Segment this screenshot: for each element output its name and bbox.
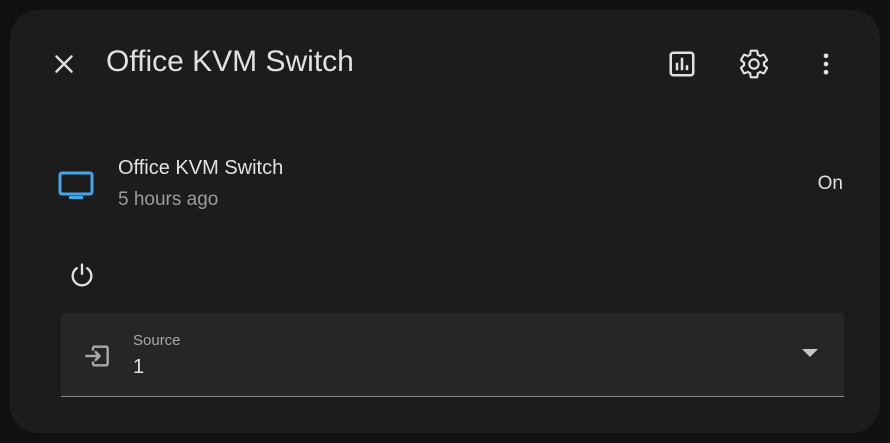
history-button[interactable]: [658, 40, 706, 88]
power-button[interactable]: [58, 253, 106, 301]
chevron-down-icon: [802, 349, 818, 357]
chart-icon: [667, 49, 697, 79]
entity-name[interactable]: Office KVM Switch: [118, 154, 283, 182]
close-icon: [51, 51, 77, 77]
source-select[interactable]: Source 1: [61, 313, 844, 397]
more-info-dialog: Office KVM Switch Office KVM Switch 5 ho…: [10, 10, 880, 433]
power-icon: [68, 261, 96, 294]
gear-icon: [738, 48, 770, 80]
source-label: Source: [133, 332, 181, 349]
source-value: 1: [133, 356, 145, 378]
settings-button[interactable]: [730, 40, 778, 88]
close-button[interactable]: [40, 40, 88, 88]
dots-vertical-icon: [812, 50, 840, 78]
entity-state: On: [817, 173, 843, 194]
more-options-button[interactable]: [802, 40, 850, 88]
last-changed: 5 hours ago: [118, 189, 219, 210]
monitor-icon: [58, 170, 94, 202]
input-icon: [81, 340, 113, 372]
dialog-title: Office KVM Switch: [106, 45, 354, 78]
